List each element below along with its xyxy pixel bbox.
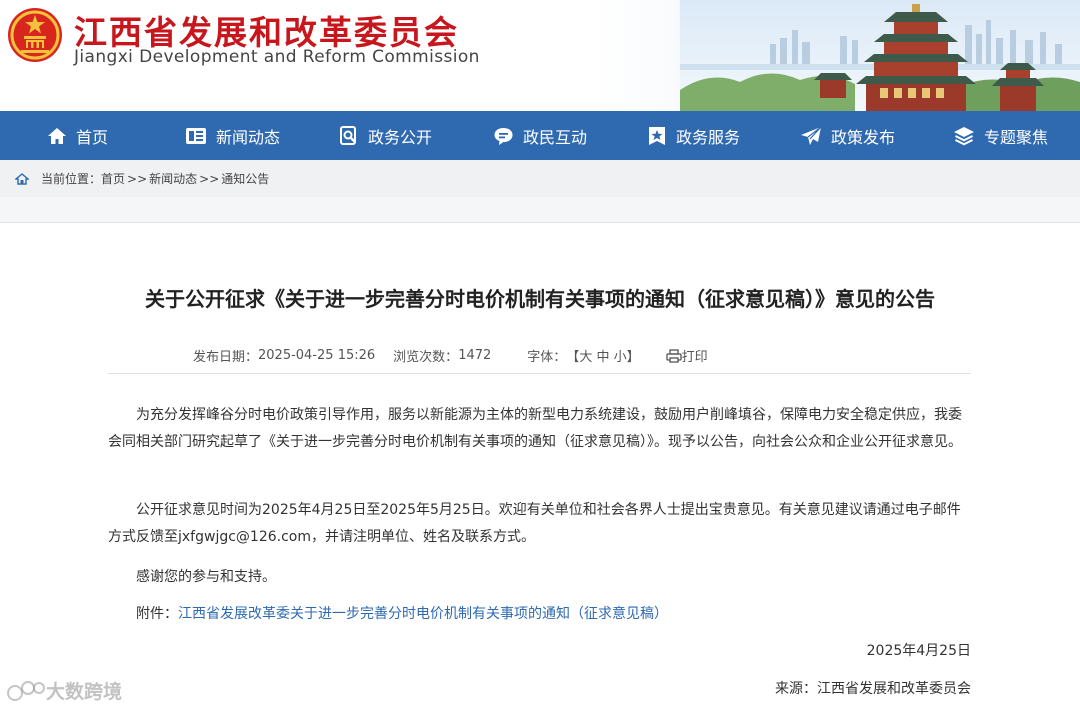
- main-nav: 首页 新闻动态 政务公开 政民互动 政务服务 政策发布 专题聚焦: [0, 111, 1080, 160]
- article-date: 2025年4月25日: [866, 643, 971, 659]
- nav-label: 专题聚焦: [984, 127, 1049, 147]
- attachment-line: 附件：江西省发展改革委关于进一步完善分时电价机制有关事项的通知（征求意见稿）: [108, 601, 971, 628]
- location-home-icon: [15, 172, 29, 185]
- breadcrumb-prefix: 当前位置：: [41, 172, 102, 186]
- watermark-text: 大数跨境: [46, 681, 123, 703]
- nav-label: 政民互动: [523, 127, 588, 147]
- breadcrumb-separator: >>: [127, 171, 148, 186]
- nav-label: 首页: [76, 127, 109, 147]
- font-size-label: 字体：: [527, 350, 567, 365]
- nav-label: 政务服务: [676, 127, 741, 147]
- printer-icon: [666, 348, 682, 363]
- nav-item-home[interactable]: 首页: [47, 111, 108, 160]
- news-icon: [186, 127, 206, 144]
- article-title: 关于公开征求《关于进一步完善分时电价机制有关事项的通知（征求意见稿）》意见的公告: [145, 287, 935, 311]
- article-paragraph: 感谢您的参与和支持。: [136, 569, 276, 585]
- site-header: 江西省发展和改革委员会 Jiangxi Development and Refo…: [0, 0, 1080, 111]
- paper-plane-icon: [801, 126, 822, 145]
- print-label: 打印: [681, 350, 708, 365]
- breadcrumb-link-news[interactable]: 新闻动态: [149, 170, 197, 187]
- font-size-bracket-close: 】: [626, 350, 640, 365]
- nav-item-topics[interactable]: 专题聚焦: [953, 111, 1048, 160]
- breadcrumb-link-home[interactable]: 首页: [101, 170, 125, 187]
- nav-label: 政务公开: [368, 127, 433, 147]
- home-icon: [48, 127, 66, 144]
- skyline-illustration: [680, 0, 1080, 111]
- national-emblem-icon: [8, 8, 62, 62]
- nav-label: 新闻动态: [216, 127, 281, 147]
- search-doc-icon: [340, 125, 356, 145]
- font-size-small-button[interactable]: 小: [614, 346, 627, 365]
- chat-icon: [494, 127, 513, 145]
- article-meta: 发布日期： 2025-04-25 15:26 浏览次数： 1472 字体： 【 …: [193, 346, 708, 365]
- publish-date: 2025-04-25 15:26: [258, 348, 376, 363]
- publish-date-label: 发布日期：: [193, 350, 259, 365]
- attachment-link[interactable]: 江西省发展改革委关于进一步完善分时电价机制有关事项的通知（征求意见稿）: [178, 606, 668, 622]
- watermark-logo-icon: [7, 680, 45, 701]
- views-label: 浏览次数：: [393, 350, 459, 365]
- site-subtitle: Jiangxi Development and Reform Commissio…: [74, 47, 480, 67]
- print-button[interactable]: 打印: [666, 346, 708, 365]
- nav-item-policy[interactable]: 政策发布: [800, 111, 895, 160]
- meta-divider: [108, 373, 971, 374]
- views-count: 1472: [458, 348, 492, 363]
- breadcrumb-link-notices[interactable]: 通知公告: [221, 170, 269, 187]
- star-badge-icon: [649, 126, 665, 145]
- article-paragraph: 公开征求意见时间为2025年4月25日至2025年5月25日。欢迎有关单位和社会…: [108, 502, 961, 545]
- article-paragraph: 为充分发挥峰谷分时电价政策引导作用，服务以新能源为主体的新型电力系统建设，鼓励用…: [108, 407, 962, 450]
- nav-item-gov-affairs[interactable]: 政务公开: [339, 111, 432, 160]
- nav-item-services[interactable]: 政务服务: [647, 111, 740, 160]
- nav-label: 政策发布: [831, 127, 896, 147]
- nav-item-interaction[interactable]: 政民互动: [493, 111, 587, 160]
- font-size-bracket-open: 【: [566, 350, 580, 365]
- nav-item-news[interactable]: 新闻动态: [185, 111, 280, 160]
- article-source: 来源：江西省发展和改革委员会: [775, 681, 971, 697]
- attachment-label: 附件：: [136, 606, 178, 622]
- breadcrumb: 当前位置： 首页 >> 新闻动态 >> 通知公告: [0, 160, 1080, 197]
- font-size-medium-button[interactable]: 中: [596, 346, 609, 365]
- breadcrumb-separator: >>: [199, 171, 220, 186]
- watermark: 大数跨境: [6, 677, 122, 704]
- font-size-large-button[interactable]: 大: [579, 346, 592, 365]
- layers-icon: [954, 126, 974, 145]
